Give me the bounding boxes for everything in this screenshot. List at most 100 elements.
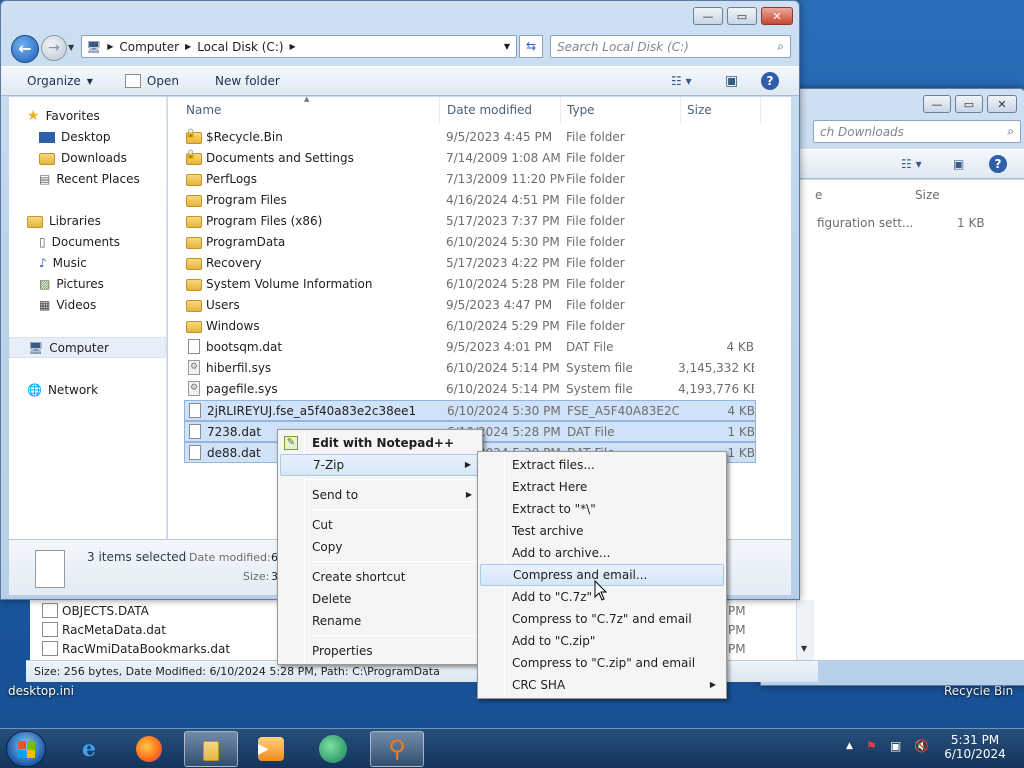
nav-libraries[interactable]: Libraries (9, 210, 166, 231)
file-row[interactable]: hiberfil.sys 6/10/2024 5:14 PM System file… (184, 358, 756, 379)
nav-desktop[interactable]: Desktop (9, 126, 166, 147)
start-button[interactable] (6, 731, 46, 767)
organize-button[interactable]: Organize ▼ (17, 74, 103, 88)
column-header-type[interactable]: e (815, 188, 822, 202)
menu-item[interactable]: Send to ▶ (280, 484, 480, 506)
nav-computer[interactable]: 🖥 Computer (9, 337, 166, 358)
desktop-icon-desktop-ini[interactable]: desktop.ini (8, 684, 74, 698)
help-icon[interactable]: ? (761, 72, 779, 90)
refresh-button[interactable]: ⇆ (519, 35, 543, 58)
action-center-icon[interactable]: ⚑ (866, 739, 877, 753)
menu-item[interactable]: 7-Zip ▶ (280, 454, 480, 476)
file-row[interactable]: System Volume Information 6/10/2024 5:28 … (184, 274, 756, 295)
forward-button[interactable]: → (41, 35, 67, 61)
volume-muted-icon[interactable]: 🔇 (914, 739, 929, 753)
address-bar[interactable]: 🖥 ▶ Computer ▶ Local Disk (C:) ▶ ▼ (81, 35, 517, 58)
menu-item[interactable]: Create shortcut (280, 566, 480, 588)
menu-item[interactable]: Copy (280, 536, 480, 558)
search-input[interactable]: Search Local Disk (C:) ⌕ (550, 35, 791, 58)
file-row[interactable]: Program Files (x86) 5/17/2023 7:37 PM File… (184, 211, 756, 232)
menu-item[interactable]: Compress to "C.7z" and email (480, 608, 724, 630)
view-options-icon[interactable]: ☷ ▾ (901, 157, 922, 171)
menu-item[interactable]: Extract files... (480, 454, 724, 476)
minimize-button[interactable]: — (923, 95, 951, 113)
view-options-icon[interactable]: ☷ ▾ (671, 74, 692, 88)
menu-item[interactable]: Test archive (480, 520, 724, 542)
close-button[interactable]: ✕ (761, 7, 793, 25)
menu-item[interactable]: Add to "C.zip" (480, 630, 724, 652)
file-row[interactable]: pagefile.sys 6/10/2024 5:14 PM System file… (184, 379, 756, 400)
column-header-size[interactable]: Size (915, 188, 940, 202)
search-input[interactable]: ch Downloads ⌕ (813, 120, 1021, 143)
7zip-submenu[interactable]: Extract files... Extract Here Extract to "… (477, 451, 727, 699)
navigation-pane: ★ Favorites Desktop Downloads ▤ Recent Pla… (9, 97, 167, 539)
nav-favorites[interactable]: ★ Favorites (9, 105, 166, 126)
column-header-date[interactable]: Date modified (441, 97, 561, 123)
menu-item[interactable]: Edit with Notepad++ (280, 432, 480, 454)
show-hidden-icons[interactable]: ▲ (846, 741, 853, 751)
nav-pictures[interactable]: ▨ Pictures (9, 273, 166, 294)
menu-item-label: Compress and email... (513, 568, 648, 582)
menu-item-label: Send to (312, 488, 359, 502)
scroll-down-icon[interactable]: ▼ (801, 644, 807, 653)
file-row[interactable]: Windows 6/10/2024 5:29 PM File folder (184, 316, 756, 337)
file-name[interactable]: figuration sett... (817, 216, 913, 230)
address-dropdown-icon[interactable]: ▼ (504, 42, 510, 51)
menu-item[interactable]: Extract to "*\" (480, 498, 724, 520)
nav-music[interactable]: ♪ Music (9, 252, 166, 273)
desktop-icon-recycle-bin[interactable]: Recycle Bin (944, 684, 1013, 698)
file-row[interactable]: Program Files 4/16/2024 4:51 PM File folde… (184, 190, 756, 211)
recent-pages-dropdown[interactable]: ▼ (68, 43, 74, 52)
file-row[interactable]: bootsqm.dat 9/5/2023 4:01 PM DAT File 4 KB (184, 337, 756, 358)
help-icon[interactable]: ? (989, 155, 1007, 173)
file-row[interactable]: Documents and Settings 7/14/2009 1:08 AM F… (184, 148, 756, 169)
menu-item[interactable]: Compress to "C.zip" and email (480, 652, 724, 674)
file-date: 6/10/2024 5:30 PM (446, 235, 560, 249)
new-folder-button[interactable]: New folder (205, 74, 290, 88)
clock[interactable]: 5:31 PM 6/10/2024 (940, 733, 1010, 761)
file-row[interactable]: Users 9/5/2023 4:47 PM File folder (184, 295, 756, 316)
network-tray-icon[interactable]: ▣ (890, 739, 901, 753)
menu-item[interactable]: Add to archive... (480, 542, 724, 564)
menu-item[interactable]: Extract Here (480, 476, 724, 498)
menu-item-label: CRC SHA (512, 678, 566, 692)
minimize-button[interactable]: — (693, 7, 723, 25)
folder-icon (186, 237, 202, 249)
file-row[interactable]: ProgramData 6/10/2024 5:30 PM File folder (184, 232, 756, 253)
menu-item[interactable]: Rename (280, 610, 480, 632)
context-menu[interactable]: ✎ Edit with Notepad++ 7-Zip ▶ Send to ▶ Cut Co… (277, 429, 483, 665)
open-button[interactable]: Open (113, 74, 189, 88)
breadcrumb-computer[interactable]: Computer (119, 40, 179, 54)
file-row[interactable]: $Recycle.Bin 9/5/2023 4:45 PM File folder (184, 127, 756, 148)
nav-network[interactable]: 🌐 Network (9, 379, 166, 400)
back-button[interactable]: ← (11, 35, 39, 63)
taskbar-media-player[interactable]: ▶ (244, 731, 298, 767)
column-header-size[interactable]: Size (681, 97, 761, 123)
menu-item[interactable]: Delete (280, 588, 480, 610)
nav-downloads[interactable]: Downloads (9, 147, 166, 168)
file-row[interactable]: PerfLogs 7/13/2009 11:20 PM File folder (184, 169, 756, 190)
nav-recent-places[interactable]: ▤ Recent Places (9, 168, 166, 189)
breadcrumb-local-disk[interactable]: Local Disk (C:) (197, 40, 283, 54)
file-type: File folder (566, 193, 625, 207)
column-header-name[interactable]: Name (180, 97, 440, 123)
nav-videos[interactable]: ▦ Videos (9, 294, 166, 315)
close-button[interactable]: ✕ (987, 95, 1017, 113)
menu-item[interactable]: Properties (280, 640, 480, 662)
taskbar-file-explorer[interactable] (184, 731, 238, 767)
maximize-button[interactable]: ▭ (955, 95, 983, 113)
menu-item[interactable]: CRC SHA ▶ (480, 674, 724, 696)
taskbar-firefox[interactable] (122, 731, 176, 767)
file-row[interactable]: 2jRLIREYUJ.fse_a5f40a83e2c38ee1 6/10/2024… (184, 400, 756, 421)
maximize-button[interactable]: ▭ (727, 7, 757, 25)
nav-documents[interactable]: ▯ Documents (9, 231, 166, 252)
taskbar-search-app[interactable]: ⚲ (370, 731, 424, 767)
file-date: 4/16/2024 4:51 PM (446, 193, 560, 207)
preview-pane-icon[interactable]: ▣ (953, 157, 964, 171)
taskbar-green-app[interactable] (306, 731, 360, 767)
menu-item[interactable]: Cut (280, 514, 480, 536)
column-header-type[interactable]: Type (561, 97, 681, 123)
file-row[interactable]: Recovery 5/17/2023 4:22 PM File folder (184, 253, 756, 274)
taskbar-internet-explorer[interactable]: e (62, 731, 116, 767)
preview-pane-icon[interactable]: ▣ (725, 73, 738, 89)
